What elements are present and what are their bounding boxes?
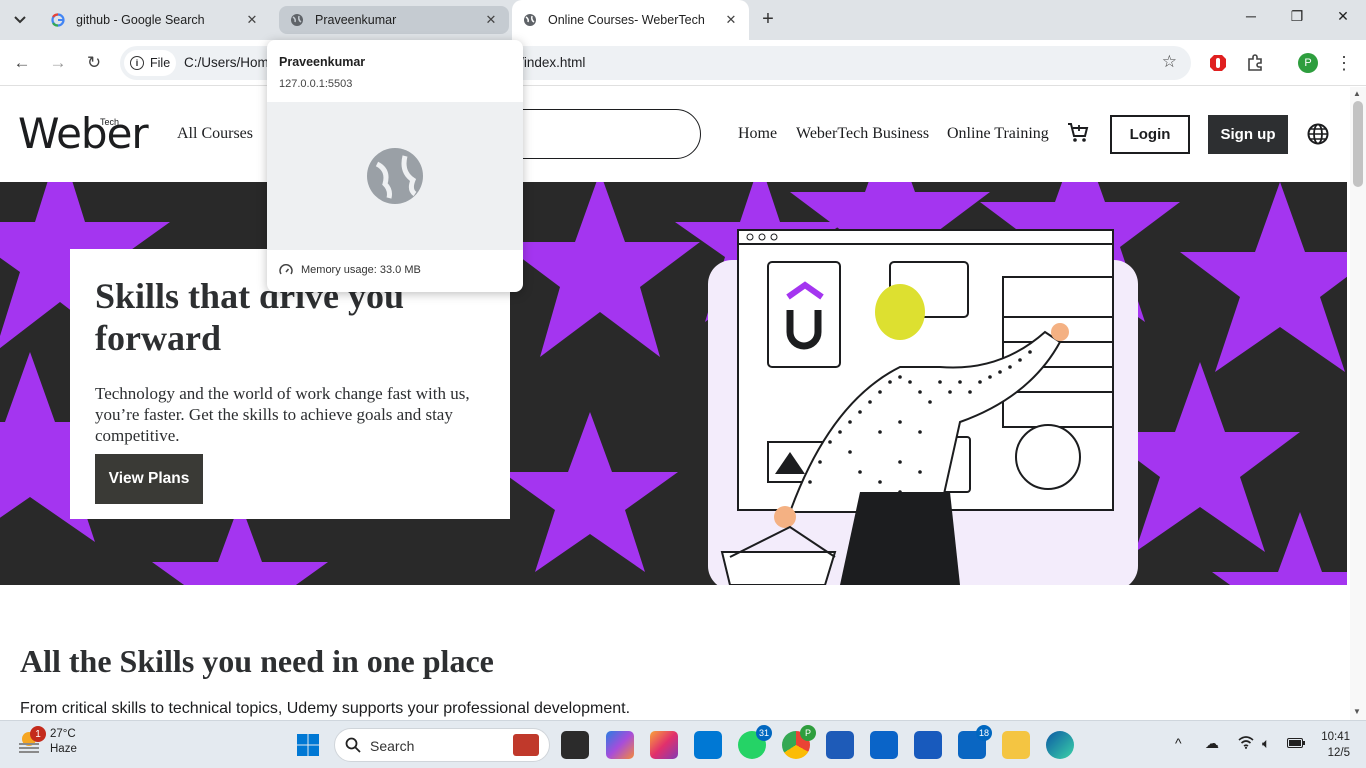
back-arrow-icon[interactable]: ← — [10, 51, 34, 75]
globe-icon — [367, 148, 423, 204]
google-icon — [50, 12, 66, 28]
hero-banner: Skills that drive you forward Technology… — [0, 182, 1347, 585]
windows-taskbar: 1 27°C Haze Search 31 P 18 ^ ☁ 🔈︎ 10:41 … — [0, 720, 1366, 768]
weather-badge: 1 — [30, 726, 46, 742]
site-info-chip[interactable]: i File — [124, 50, 176, 76]
memory-usage-text: Memory usage: 33.0 MB — [301, 264, 421, 276]
site-header: Weber Tech All Courses Home WeberTech Bu… — [0, 87, 1350, 182]
copilot-icon[interactable] — [606, 731, 634, 759]
file-explorer-icon[interactable] — [1002, 731, 1030, 759]
globe-icon — [522, 12, 538, 28]
word-icon[interactable] — [914, 731, 942, 759]
system-clock[interactable]: 10:41 12/5 — [1310, 729, 1350, 761]
section-title: All the Skills you need in one place — [20, 643, 494, 679]
globe-icon — [289, 12, 305, 28]
tab-label: Praveenkumar — [315, 13, 397, 27]
bookmark-star-icon[interactable]: ☆ — [1162, 52, 1177, 72]
profile-initial: P — [1298, 53, 1318, 73]
chip-label: File — [150, 56, 171, 70]
menu-kebab-icon[interactable]: ⋮ — [1333, 52, 1355, 74]
battery-icon[interactable] — [1287, 735, 1305, 751]
minimize-button[interactable]: ─ — [1228, 8, 1274, 32]
browser-toolbar: ← → ↻ i File C:/Users/Home/OneDrive/Desk… — [0, 40, 1366, 86]
tab-online-courses[interactable]: Online Courses- WeberTech ✕ — [512, 0, 749, 40]
show-hidden-icons-chevron-icon[interactable]: ^ — [1175, 735, 1182, 751]
close-window-button[interactable]: ✕ — [1320, 8, 1366, 32]
search-icon — [345, 737, 361, 756]
login-button[interactable]: Login — [1110, 115, 1190, 154]
wifi-icon[interactable] — [1238, 735, 1254, 752]
vscode-icon[interactable] — [694, 731, 722, 759]
scroll-up-arrow-icon[interactable]: ▲ — [1353, 89, 1361, 98]
tab-google-search[interactable]: github - Google Search ✕ — [40, 6, 270, 34]
signup-button[interactable]: Sign up — [1208, 115, 1288, 154]
instagram-icon[interactable] — [650, 731, 678, 759]
memory-usage: Memory usage: 33.0 MB — [279, 264, 421, 276]
tab-praveenkumar[interactable]: Praveenkumar ✕ — [279, 6, 509, 34]
hover-card-preview — [267, 102, 523, 250]
all-courses-link[interactable]: All Courses — [177, 125, 253, 143]
memory-gauge-icon — [279, 264, 293, 275]
weather-haze-icon: 1 — [16, 726, 46, 755]
close-icon[interactable]: ✕ — [723, 12, 739, 28]
clock-date: 12/5 — [1327, 747, 1350, 759]
weather-desc: Haze — [50, 743, 77, 755]
language-globe-icon[interactable] — [1306, 122, 1330, 146]
linkedin-icon[interactable]: 18 — [958, 725, 992, 759]
tab-label: Online Courses- WeberTech — [548, 13, 705, 27]
maximize-button[interactable]: ❐ — [1274, 8, 1320, 32]
scroll-down-arrow-icon[interactable]: ▼ — [1353, 707, 1361, 716]
whatsapp-icon[interactable]: 31 — [738, 725, 772, 759]
weather-widget[interactable]: 1 27°C Haze — [16, 726, 77, 757]
microsoft-store-icon[interactable] — [826, 731, 854, 759]
page-scrollbar[interactable]: ▲ ▼ — [1350, 87, 1366, 720]
hover-card-url: 127.0.0.1:5503 — [279, 78, 353, 90]
nav-home-link[interactable]: Home — [738, 125, 777, 143]
chrome-profile-badge: P — [800, 725, 816, 741]
view-plans-button[interactable]: View Plans — [95, 454, 203, 504]
adblock-extension-icon[interactable] — [1207, 52, 1229, 74]
info-icon: i — [130, 56, 144, 70]
close-icon[interactable]: ✕ — [244, 12, 260, 28]
search-highlight-icon — [513, 734, 539, 756]
cart-icon[interactable] — [1066, 121, 1090, 145]
browser-tab-bar: github - Google Search ✕ Praveenkumar ✕ … — [0, 0, 1366, 40]
windows-start-icon[interactable] — [296, 733, 320, 757]
edge-icon[interactable] — [1046, 731, 1074, 759]
new-tab-button[interactable]: + — [758, 8, 778, 32]
clock-time: 10:41 — [1321, 731, 1350, 743]
site-logo[interactable]: Weber — [18, 109, 149, 158]
taskbar-search[interactable]: Search — [334, 728, 550, 762]
volume-icon[interactable]: 🔈︎ — [1262, 735, 1270, 752]
profile-avatar[interactable]: P — [1297, 52, 1319, 74]
onedrive-cloud-icon[interactable]: ☁ — [1205, 735, 1219, 752]
outlook-icon[interactable] — [870, 731, 898, 759]
web-page: Weber Tech All Courses Home WeberTech Bu… — [0, 87, 1350, 720]
chrome-icon[interactable]: P — [782, 725, 816, 759]
linkedin-badge: 18 — [975, 725, 992, 741]
logo-superscript: Tech — [100, 117, 120, 127]
weather-temp: 27°C — [50, 728, 76, 740]
nav-business-link[interactable]: WeberTech Business — [796, 125, 929, 143]
extensions-puzzle-icon[interactable] — [1244, 52, 1266, 74]
tab-search-button[interactable] — [8, 8, 32, 32]
tab-hover-card: Praveenkumar 127.0.0.1:5503 Memory usage… — [267, 40, 523, 292]
scrollbar-thumb[interactable] — [1353, 101, 1363, 187]
forward-arrow-icon[interactable]: → — [46, 51, 70, 75]
hover-card-title: Praveenkumar — [279, 55, 366, 69]
whatsapp-badge: 31 — [755, 725, 772, 741]
hero-text: Technology and the world of work change … — [95, 384, 470, 445]
task-view-icon[interactable] — [561, 731, 589, 759]
tab-label: github - Google Search — [76, 13, 205, 27]
chevron-down-icon — [14, 16, 26, 24]
nav-online-training-link[interactable]: Online Training — [947, 125, 1049, 143]
section-text: From critical skills to technical topics… — [20, 700, 631, 717]
reload-icon[interactable]: ↻ — [82, 51, 106, 75]
close-icon[interactable]: ✕ — [483, 12, 499, 28]
taskbar-search-label: Search — [370, 738, 415, 754]
